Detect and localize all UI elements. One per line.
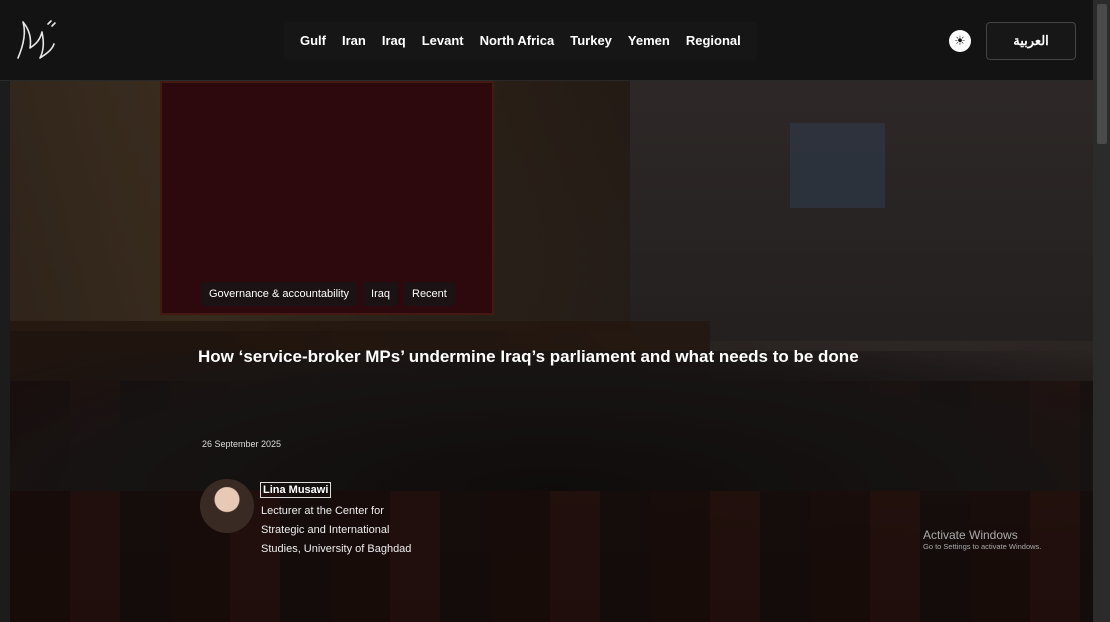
author-bio: Lecturer at the Center for Strategic and… [261,505,412,555]
nav-iraq[interactable]: Iraq [374,22,414,60]
article-tags: Governance & accountability Iraq Recent [201,282,455,306]
nav-regional[interactable]: Regional [678,22,749,60]
nav-levant[interactable]: Levant [414,22,472,60]
article-title[interactable]: How ‘service-broker MPs’ undermine Iraq’… [198,339,888,374]
tag-recent[interactable]: Recent [404,282,455,306]
language-switch-button[interactable]: العربية [986,22,1076,60]
nav-yemen[interactable]: Yemen [620,22,678,60]
author-avatar[interactable] [200,479,254,533]
scrollbar-thumb[interactable] [1097,4,1107,144]
logo-icon [17,20,56,59]
nav-gulf[interactable]: Gulf [292,22,334,60]
nav-turkey[interactable]: Turkey [562,22,620,60]
nav-iran[interactable]: Iran [334,22,374,60]
watermark-title: Activate Windows [923,528,1018,542]
tag-iraq[interactable]: Iraq [363,282,398,306]
hero-article[interactable]: Governance & accountability Iraq Recent … [10,81,1093,622]
theme-toggle-button[interactable]: ☀ [949,30,971,52]
author-name[interactable]: Lina Musawi [260,482,332,498]
article-date: 26 September 2025 [202,439,282,449]
calligraphy-logo[interactable] [14,14,58,66]
sun-icon: ☀ [954,33,966,48]
activate-windows-watermark: Activate Windows Go to Settings to activ… [923,528,1041,551]
watermark-subtitle: Go to Settings to activate Windows. [923,542,1042,551]
site-header: Gulf Iran Iraq Levant North Africa Turke… [0,0,1093,81]
tag-governance[interactable]: Governance & accountability [201,282,358,306]
nav-north-africa[interactable]: North Africa [472,22,563,60]
main-nav: Gulf Iran Iraq Levant North Africa Turke… [284,22,757,60]
